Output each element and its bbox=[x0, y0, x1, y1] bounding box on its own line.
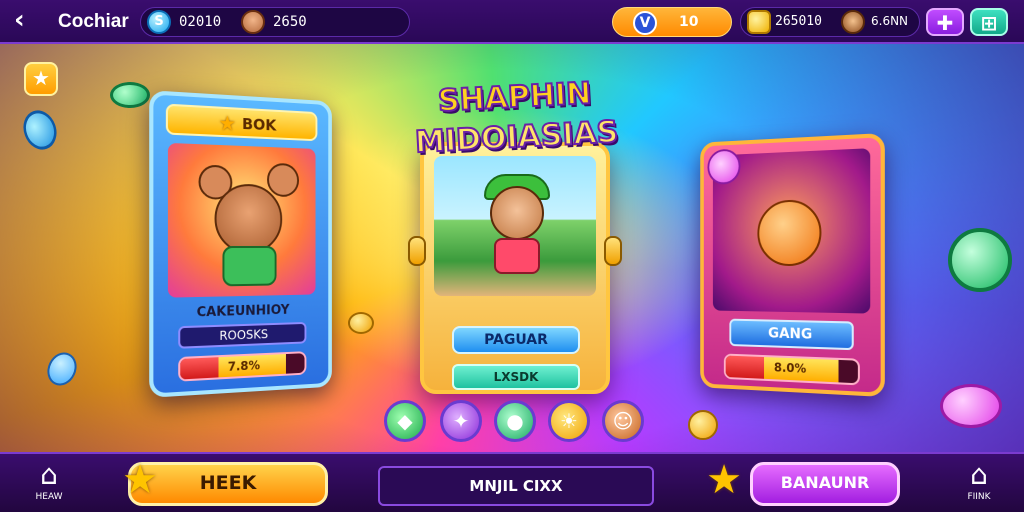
add-button[interactable]: ✚ bbox=[926, 8, 964, 36]
gang-button[interactable]: GANG bbox=[729, 319, 853, 351]
card-handle bbox=[408, 236, 426, 266]
menu-grid-button[interactable]: ⊞ bbox=[970, 8, 1008, 36]
level-count: 10 bbox=[679, 14, 698, 30]
monkey-face-icon[interactable]: ☺ bbox=[602, 400, 644, 442]
monkey-icon bbox=[841, 10, 865, 34]
green-gem-icon[interactable]: ◆ bbox=[384, 400, 426, 442]
floating-coin-icon bbox=[110, 82, 150, 108]
boy-character-icon bbox=[490, 186, 544, 240]
character-card-center[interactable]: PAGUAR LXSDK bbox=[420, 142, 610, 394]
character-card-left[interactable]: ★ BOK CAKEUNHIOY ROOSKS 7.8% bbox=[149, 90, 332, 398]
gold-pill: 265010 6.6NN bbox=[740, 7, 920, 37]
green-frog-icon[interactable]: ● bbox=[494, 400, 536, 442]
other-value: 6.6NN bbox=[871, 14, 908, 28]
page-title: Cochiar bbox=[58, 11, 129, 33]
center-banner[interactable]: MNJIL CIXX bbox=[378, 466, 654, 506]
avatar-icon bbox=[241, 10, 265, 34]
star-icon: ★ bbox=[219, 111, 237, 136]
floating-coin-icon bbox=[940, 384, 1002, 428]
home-icon: ⌂ bbox=[22, 460, 76, 490]
home-icon: ⌂ bbox=[952, 460, 1006, 490]
nav-home-left[interactable]: ⌂ HEAW bbox=[22, 460, 76, 510]
currency-pill: S 02010 2650 bbox=[140, 7, 410, 37]
character-subtitle: ROOSKS bbox=[178, 322, 306, 349]
star-icon: ★ bbox=[118, 458, 162, 502]
favorites-star-button[interactable]: ★ bbox=[24, 62, 58, 96]
nav-home-right[interactable]: ⌂ FIINK bbox=[952, 460, 1006, 510]
v-badge-icon: V bbox=[633, 11, 657, 35]
bottom-bar: ⌂ HEAW HEEK ★ MNJIL CIXX ★ BANAUNR ⌂ FII… bbox=[0, 452, 1024, 512]
logo-line-2: MIDOIASIAS bbox=[396, 114, 638, 162]
blue-coin-icon: S bbox=[147, 10, 171, 34]
card-header-label: BOK bbox=[242, 115, 276, 135]
game-logo: SHAPHIN MIDOIASIAS bbox=[394, 72, 638, 176]
character-art bbox=[168, 143, 316, 298]
progress-label: 7.8% bbox=[180, 353, 304, 379]
character-name: CAKEUNHIOY bbox=[153, 302, 328, 322]
star-icon: ★ bbox=[702, 458, 746, 502]
nav-label: HEAW bbox=[22, 492, 76, 502]
gold-value: 265010 bbox=[775, 14, 822, 29]
card-header: ★ BOK bbox=[166, 104, 318, 142]
play-button[interactable]: PAGUAR bbox=[452, 326, 580, 354]
banaunr-button[interactable]: BANAUNR bbox=[750, 462, 900, 506]
purple-crystal-icon[interactable]: ✦ bbox=[440, 400, 482, 442]
card-handle bbox=[604, 236, 622, 266]
currency-b-value: 2650 bbox=[273, 14, 307, 30]
sun-icon[interactable]: ☀ bbox=[548, 400, 590, 442]
floating-coin-icon bbox=[948, 228, 1012, 292]
currency-a-value: 02010 bbox=[179, 14, 221, 30]
nav-label: FIINK bbox=[952, 492, 1006, 502]
progress-bar: 8.0% bbox=[724, 354, 860, 386]
top-bar: ‹ Cochiar S 02010 2650 V 10 265010 6.6NN… bbox=[0, 0, 1024, 44]
floating-coin-icon bbox=[688, 410, 718, 440]
character-art bbox=[434, 156, 596, 296]
floating-coin-icon bbox=[348, 312, 374, 334]
gold-bar-icon bbox=[747, 10, 771, 34]
character-body bbox=[494, 238, 540, 274]
power-up-row: ◆ ✦ ● ☀ ☺ bbox=[384, 400, 646, 444]
mouse-character-icon bbox=[215, 183, 283, 254]
orange-character-icon bbox=[757, 199, 821, 266]
ear-icon bbox=[267, 163, 299, 197]
back-button[interactable]: ‹ bbox=[14, 6, 44, 36]
character-card-right[interactable]: GANG 8.0% bbox=[700, 133, 885, 397]
progress-bar: 7.8% bbox=[178, 351, 306, 382]
character-body bbox=[222, 246, 276, 286]
secondary-button[interactable]: LXSDK bbox=[452, 364, 580, 390]
level-pill[interactable]: V 10 bbox=[612, 7, 732, 37]
